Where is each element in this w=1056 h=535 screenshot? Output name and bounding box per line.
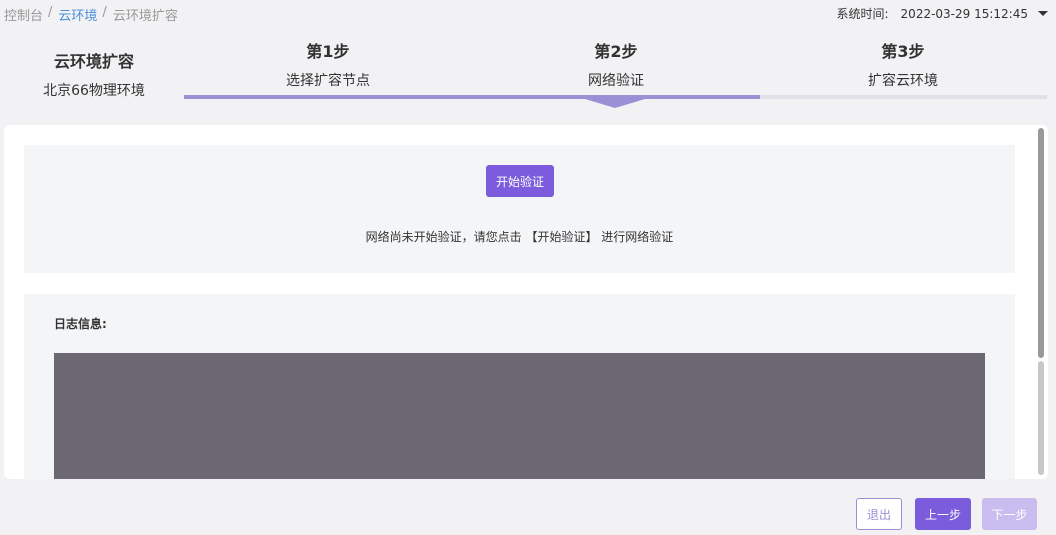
verify-hint: 网络尚未开始验证，请您点击 【开始验证】 进行网络验证	[365, 230, 674, 244]
system-time-value: 2022-03-29 15:12:45	[900, 6, 1028, 21]
top-bar: 控制台 / 云环境 / 云环境扩容 系统时间: 2022-03-29 15:12…	[0, 0, 1056, 28]
breadcrumb-cloud-env[interactable]: 云环境	[58, 5, 97, 24]
scrollbar[interactable]	[1034, 125, 1046, 479]
step-label: 选择扩容节点	[286, 73, 370, 89]
main-card: 开始验证 网络尚未开始验证，请您点击 【开始验证】 进行网络验证 日志信息:	[4, 125, 1048, 479]
page-title: 云环境扩容	[53, 52, 134, 71]
caret-down-icon[interactable]	[1038, 11, 1048, 16]
start-verify-button[interactable]: 开始验证	[486, 165, 554, 197]
log-output[interactable]	[54, 353, 985, 479]
env-name: 北京66物理环境	[43, 83, 145, 99]
step-label: 网络验证	[588, 73, 644, 89]
system-time-label: 系统时间:	[836, 7, 889, 21]
prev-step-button[interactable]: 上一步	[915, 498, 971, 530]
progress-fill	[184, 95, 760, 99]
step-number: 第2步	[594, 42, 638, 61]
step-1: 第1步 选择扩容节点	[184, 38, 472, 90]
scrollbar-thumb[interactable]	[1038, 128, 1044, 358]
breadcrumb-console[interactable]: 控制台	[4, 5, 43, 24]
verify-panel: 开始验证 网络尚未开始验证，请您点击 【开始验证】 进行网络验证	[24, 145, 1015, 273]
log-label: 日志信息:	[54, 317, 107, 331]
step-number: 第1步	[306, 42, 350, 61]
log-panel: 日志信息:	[24, 294, 1015, 479]
breadcrumb-cloud-expand: 云环境扩容	[112, 9, 178, 24]
scrollbar-track[interactable]	[1038, 361, 1044, 475]
system-time: 系统时间: 2022-03-29 15:12:45	[836, 5, 1048, 22]
env-info: 云环境扩容 北京66物理环境	[20, 48, 168, 100]
step-number: 第3步	[881, 42, 925, 61]
breadcrumb: 控制台 / 云环境 / 云环境扩容	[4, 5, 178, 24]
step-3: 第3步 扩容云环境	[759, 38, 1047, 90]
breadcrumb-separator: /	[102, 5, 107, 20]
next-step-button[interactable]: 下一步	[982, 498, 1037, 530]
step-indicator: 第1步 选择扩容节点 第2步 网络验证 第3步 扩容云环境	[184, 38, 1047, 110]
step-label: 扩容云环境	[868, 73, 938, 89]
breadcrumb-separator: /	[48, 5, 53, 20]
current-step-pointer-icon	[585, 99, 645, 108]
step-2: 第2步 网络验证	[472, 38, 760, 90]
exit-button[interactable]: 退出	[856, 498, 902, 530]
